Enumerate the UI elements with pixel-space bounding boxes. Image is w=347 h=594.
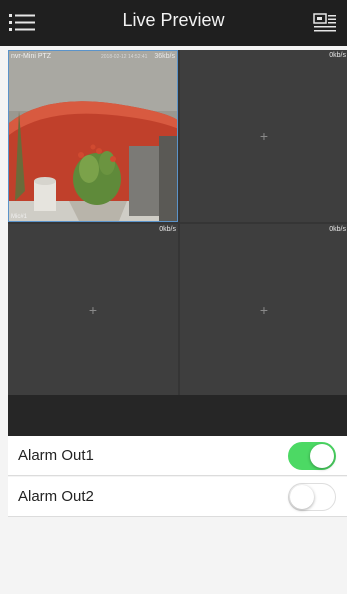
add-channel-icon[interactable]: + xyxy=(180,128,347,144)
toggle-knob xyxy=(310,444,334,468)
add-channel-icon[interactable]: + xyxy=(180,302,347,318)
bitrate-label: 0kb/s xyxy=(329,226,346,233)
camera-name: nvr-Mini PTZ xyxy=(11,53,52,60)
camera-feed-image xyxy=(9,51,177,221)
alarm-row-1: Alarm Out1 xyxy=(8,436,347,476)
bitrate-label: 0kb/s xyxy=(329,52,346,59)
video-grid: nvr-Mini PTZ 2018-02-12 14:52:41 36kb/s … xyxy=(8,50,347,395)
alarm-toggle-2[interactable] xyxy=(288,483,336,511)
page-title: Live Preview xyxy=(122,10,225,30)
alarm-row-2: Alarm Out2 xyxy=(8,477,347,517)
camera-bottom-label: Mic#1 xyxy=(11,214,28,220)
bitrate-label: 36kb/s xyxy=(154,53,175,60)
alarm-label: Alarm Out1 xyxy=(18,447,94,464)
alarm-label: Alarm Out2 xyxy=(18,488,94,505)
video-cell-2[interactable]: 0kb/s + xyxy=(180,50,347,222)
toggle-knob xyxy=(290,485,314,509)
bitrate-label: 0kb/s xyxy=(159,226,176,233)
alarm-toggle-1[interactable] xyxy=(288,442,336,470)
camera-timestamp: 2018-02-12 14:52:41 xyxy=(101,54,148,60)
add-channel-icon[interactable]: + xyxy=(8,302,178,318)
top-bar: Live Preview xyxy=(0,0,347,46)
video-cell-3[interactable]: 0kb/s + xyxy=(8,224,178,395)
channel-list-icon[interactable] xyxy=(313,12,337,34)
toolbar-strip xyxy=(8,395,347,436)
video-cell-4[interactable]: 0kb/s + xyxy=(180,224,347,395)
alarm-output-panel: Alarm Out1 Alarm Out2 xyxy=(8,436,347,594)
video-cell-1[interactable]: nvr-Mini PTZ 2018-02-12 14:52:41 36kb/s … xyxy=(8,50,178,222)
